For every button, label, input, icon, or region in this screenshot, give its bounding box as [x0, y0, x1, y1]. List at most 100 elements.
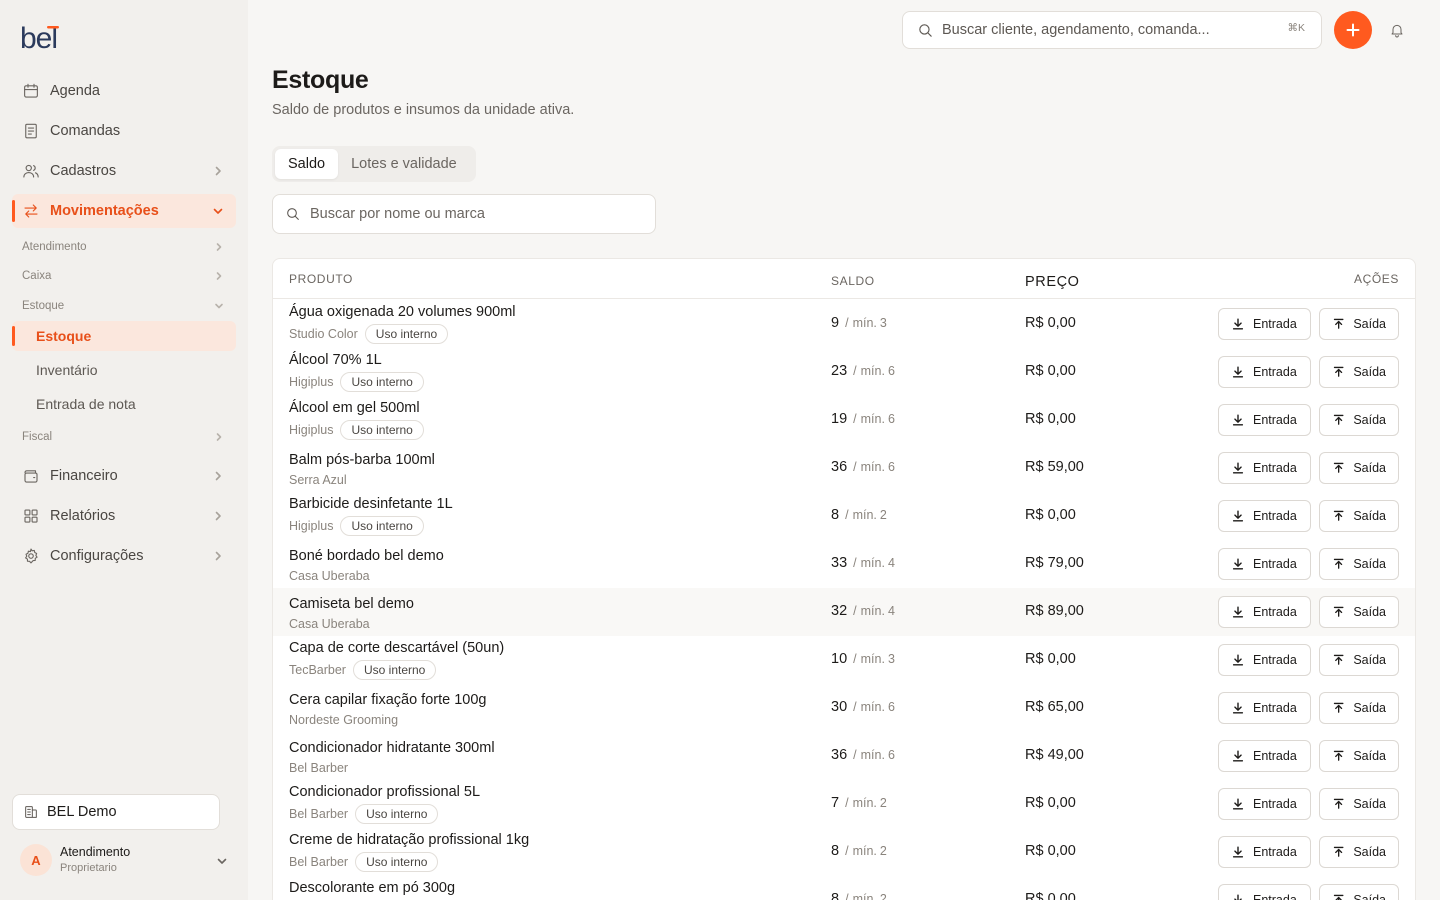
product-brand: Higiplus — [289, 423, 334, 437]
table-row[interactable]: Barbicide desinfetante 1L Higiplus Uso int… — [273, 492, 1415, 540]
stock-min: 3 — [879, 316, 887, 330]
internal-use-badge: Uso interno — [340, 516, 424, 536]
stock-qty: 8 — [831, 843, 840, 859]
nav-cadastros[interactable]: Cadastros — [12, 154, 236, 188]
table-row[interactable]: Condicionador hidratante 300ml Bel Barber… — [273, 732, 1415, 780]
tab-saldo[interactable]: Saldo — [275, 149, 339, 179]
saida-button[interactable]: Saída — [1319, 548, 1399, 580]
saida-button[interactable]: Saída — [1319, 596, 1399, 628]
nav-configuracoes[interactable]: Configurações — [12, 539, 236, 573]
notifications-button[interactable] — [1386, 19, 1408, 41]
stock-min-prefix: mín. — [860, 460, 885, 474]
entrada-button[interactable]: Entrada — [1218, 884, 1311, 900]
upload-icon — [1333, 462, 1344, 473]
nav-agenda-label: Agenda — [50, 83, 100, 99]
upload-icon — [1333, 510, 1344, 521]
saida-button[interactable]: Saída — [1319, 308, 1399, 340]
saida-button[interactable]: Saída — [1319, 452, 1399, 484]
subnav-inventario-label: Inventário — [36, 362, 98, 378]
stock-balance: 8 /mín. 2 — [831, 891, 887, 900]
entrada-button[interactable]: Entrada — [1218, 644, 1311, 676]
saida-button[interactable]: Saída — [1319, 788, 1399, 820]
subnav-inventario[interactable]: Inventário — [12, 355, 236, 385]
stock-min-prefix: mín. — [860, 556, 885, 570]
subnav-entrada-de-nota[interactable]: Entrada de nota — [12, 389, 236, 419]
subnav-entrada-de-nota-label: Entrada de nota — [36, 396, 136, 412]
stock-separator: / — [845, 316, 849, 330]
product-brand: Higiplus — [289, 375, 334, 389]
download-icon — [1232, 366, 1244, 378]
product-name: Capa de corte descartável (50un) — [289, 640, 505, 656]
table-row[interactable]: Camiseta bel demo Casa Uberaba 32 /mín. 4 R$ … — [273, 588, 1415, 636]
table-row[interactable]: Condicionador profissional 5L Bel Barber U… — [273, 780, 1415, 828]
table-row[interactable]: Cera capilar fixação forte 100g Nordeste … — [273, 684, 1415, 732]
saida-button[interactable]: Saída — [1319, 644, 1399, 676]
entrada-button[interactable]: Entrada — [1218, 548, 1311, 580]
header-preco[interactable]: PREÇO — [1025, 274, 1080, 290]
product-price: R$ 0,00 — [1025, 843, 1076, 859]
table-body: Água oxigenada 20 volumes 900ml Studio Co… — [273, 300, 1415, 900]
nav-agenda[interactable]: Agenda — [12, 74, 236, 108]
global-search[interactable]: Buscar cliente, agendamento, comanda... … — [902, 11, 1322, 49]
stock-min: 6 — [887, 412, 895, 426]
entrada-button[interactable]: Entrada — [1218, 596, 1311, 628]
saida-button[interactable]: Saída — [1319, 836, 1399, 868]
table-row[interactable]: Álcool em gel 500ml Higiplus Uso interno 19… — [273, 396, 1415, 444]
section-caixa[interactable]: Caixa — [22, 266, 226, 286]
entrada-button[interactable]: Entrada — [1218, 836, 1311, 868]
entrada-button[interactable]: Entrada — [1218, 356, 1311, 388]
stock-min-prefix: mín. — [860, 364, 885, 378]
bel-logo[interactable]: bel — [20, 22, 66, 52]
table-row[interactable]: Água oxigenada 20 volumes 900ml Studio Co… — [273, 300, 1415, 348]
nav-relatorios[interactable]: Relatórios — [12, 499, 236, 533]
create-button[interactable] — [1334, 11, 1372, 49]
saida-button[interactable]: Saída — [1319, 500, 1399, 532]
entrada-button[interactable]: Entrada — [1218, 740, 1311, 772]
user-menu[interactable]: A Atendimento Proprietario — [20, 842, 232, 878]
product-name: Álcool em gel 500ml — [289, 400, 420, 416]
stock-qty: 30 — [831, 699, 848, 715]
internal-use-badge: Uso interno — [355, 804, 439, 824]
subnav-estoque[interactable]: Estoque — [11, 321, 236, 351]
arrows-swap-icon — [22, 202, 40, 220]
tabs: Saldo Lotes e validade — [272, 146, 476, 182]
section-estoque[interactable]: Estoque — [22, 296, 226, 316]
product-search-input[interactable] — [310, 206, 630, 222]
stock-separator: / — [853, 604, 857, 618]
section-fiscal[interactable]: Fiscal — [22, 427, 226, 447]
unit-selector[interactable]: BEL Demo — [12, 794, 220, 830]
product-name: Balm pós-barba 100ml — [289, 452, 435, 468]
table-row[interactable]: Balm pós-barba 100ml Serra Azul 36 /mín. 6 R$… — [273, 444, 1415, 492]
stock-separator: / — [853, 700, 857, 714]
upload-icon — [1333, 702, 1344, 713]
entrada-label: Entrada — [1253, 653, 1297, 667]
nav-movimentacoes[interactable]: Movimentações — [11, 194, 236, 228]
saida-button[interactable]: Saída — [1319, 740, 1399, 772]
table-row[interactable]: Capa de corte descartável (50un) TecBarbe… — [273, 636, 1415, 684]
saida-button[interactable]: Saída — [1319, 404, 1399, 436]
entrada-label: Entrada — [1253, 701, 1297, 715]
saida-button[interactable]: Saída — [1319, 692, 1399, 724]
upload-icon — [1333, 846, 1344, 857]
entrada-button[interactable]: Entrada — [1218, 692, 1311, 724]
section-atendimento[interactable]: Atendimento — [22, 237, 226, 257]
nav-financeiro[interactable]: Financeiro — [12, 459, 236, 493]
table-row[interactable]: Álcool 70% 1L Higiplus Uso interno 23 /mín. 6… — [273, 348, 1415, 396]
header-produto[interactable]: PRODUTO — [289, 272, 353, 286]
saida-button[interactable]: Saída — [1319, 356, 1399, 388]
entrada-button[interactable]: Entrada — [1218, 788, 1311, 820]
tab-lotes-e-validade[interactable]: Lotes e validade — [338, 149, 470, 179]
unit-name: BEL Demo — [47, 804, 117, 820]
table-row[interactable]: Boné bordado bel demo Casa Uberaba 33 /mín.… — [273, 540, 1415, 588]
stock-balance: 8 /mín. 2 — [831, 507, 887, 523]
table-row[interactable]: Descolorante em pó 300gStudio ColorUso i… — [273, 876, 1415, 900]
entrada-button[interactable]: Entrada — [1218, 404, 1311, 436]
product-price: R$ 59,00 — [1025, 459, 1084, 475]
nav-comandas[interactable]: Comandas — [12, 114, 236, 148]
entrada-button[interactable]: Entrada — [1218, 308, 1311, 340]
entrada-button[interactable]: Entrada — [1218, 452, 1311, 484]
saida-button[interactable]: Saída — [1319, 884, 1399, 900]
table-row[interactable]: Creme de hidratação profissional 1kg Bel … — [273, 828, 1415, 876]
entrada-button[interactable]: Entrada — [1218, 500, 1311, 532]
header-saldo[interactable]: SALDO — [831, 274, 875, 288]
